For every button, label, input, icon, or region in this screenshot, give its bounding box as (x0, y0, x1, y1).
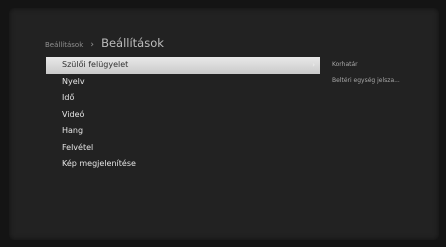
tv-screen: Beállítások › Beállítások Szülői felügye… (9, 8, 439, 240)
breadcrumb-parent[interactable]: Beállítások (45, 41, 83, 49)
menu-item-label: Idő (62, 93, 75, 102)
menu-item-label: Videó (62, 109, 85, 119)
settings-menu: Szülői felügyelet › Nyelv Idő Videó Hang… (46, 57, 320, 173)
menu-item-language[interactable]: Nyelv (46, 74, 320, 91)
menu-item-label: Felvétel (62, 142, 94, 152)
page-title: Beállítások (101, 36, 164, 50)
submenu-item-stb-password[interactable]: Beltéri egység jelsza... (332, 78, 400, 84)
menu-item-label: Kép megjelenítése (62, 159, 136, 168)
chevron-right-icon: › (312, 61, 315, 69)
submenu-item-age-rating[interactable]: Korhatár (332, 62, 400, 68)
menu-item-video[interactable]: Videó (46, 107, 320, 124)
menu-item-audio[interactable]: Hang (46, 123, 320, 140)
submenu-preview: Korhatár Beltéri egység jelsza... (332, 62, 400, 94)
menu-item-parental-control[interactable]: Szülői felügyelet › (46, 57, 320, 74)
menu-item-recording[interactable]: Felvétel (46, 140, 320, 157)
menu-item-label: Szülői felügyelet (62, 60, 129, 69)
menu-item-label: Nyelv (62, 76, 85, 86)
breadcrumb-separator-icon: › (90, 40, 94, 50)
menu-item-time[interactable]: Idő (46, 90, 320, 107)
breadcrumb: Beállítások › Beállítások (45, 32, 164, 51)
menu-item-display[interactable]: Kép megjelenítése (46, 156, 320, 173)
menu-item-label: Hang (62, 126, 84, 135)
